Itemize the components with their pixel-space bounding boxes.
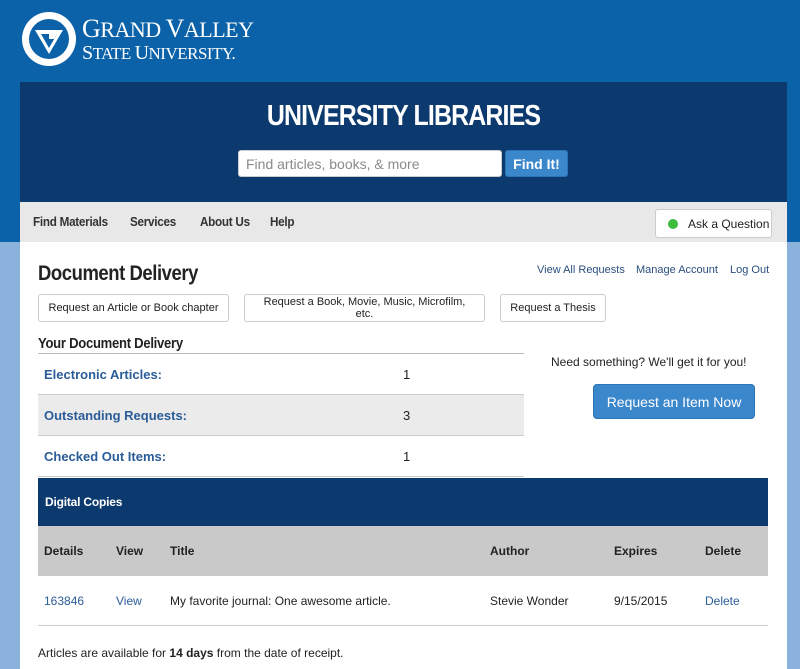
digital-copies-heading: Digital Copies	[38, 478, 768, 526]
search-input[interactable]	[238, 150, 502, 177]
main-nav: Find Materials Services About Us Help As…	[20, 202, 787, 242]
availability-days: 14 days	[169, 646, 214, 660]
details-link[interactable]: 163846	[44, 594, 84, 608]
ask-a-question-label: Ask a Question	[688, 216, 770, 231]
nav-help[interactable]: Help	[270, 214, 295, 229]
view-all-requests-link[interactable]: View All Requests	[537, 264, 625, 276]
logo-wordmark: GRAND VALLEY STATE UNIVERSITY.	[82, 13, 254, 64]
digital-copies-header-row: Details View Title Author Expires Delete	[38, 526, 768, 576]
request-article-button[interactable]: Request an Article or Book chapter	[38, 294, 229, 322]
article-author: Stevie Wonder	[490, 594, 569, 608]
table-row: 163846 View My favorite journal: One awe…	[38, 576, 768, 626]
summary-row: Checked Out Items: 1	[38, 436, 524, 477]
need-something-text: Need something? We'll get it for you!	[551, 355, 747, 369]
availability-note: Articles are available for 14 days from …	[38, 646, 344, 660]
expires-date: 9/15/2015	[614, 594, 668, 608]
main-content: Document Delivery View All Requests Mana…	[20, 242, 787, 669]
column-header-title: Title	[170, 544, 195, 558]
column-header-author: Author	[490, 544, 530, 558]
availability-note-text-end: from the date of receipt.	[213, 646, 344, 660]
nav-services[interactable]: Services	[130, 214, 176, 229]
column-header-view: View	[116, 544, 144, 558]
request-book-button[interactable]: Request a Book, Movie, Music, Microfilm,…	[244, 294, 485, 322]
availability-note-text: Articles are available for	[38, 646, 170, 660]
nav-about-us[interactable]: About Us	[200, 214, 250, 229]
article-title: My favorite journal: One awesome article…	[170, 594, 391, 608]
gvsu-logo[interactable]: GRAND VALLEY STATE UNIVERSITY.	[20, 10, 254, 68]
column-header-delete: Delete	[705, 544, 742, 558]
outstanding-requests-link[interactable]: Outstanding Requests:	[44, 408, 187, 423]
view-link[interactable]: View	[116, 594, 142, 608]
checked-out-items-count: 1	[403, 449, 411, 464]
request-thesis-button[interactable]: Request a Thesis	[500, 294, 606, 322]
ask-a-question-button[interactable]: Ask a Question	[655, 209, 772, 238]
section-title: Your Document Delivery	[38, 335, 183, 352]
site-title: UNIVERSITY LIBRARIES	[266, 100, 541, 132]
column-header-details: Details	[44, 544, 84, 558]
nav-find-materials[interactable]: Find Materials	[33, 214, 108, 229]
library-header: UNIVERSITY LIBRARIES Find It!	[20, 82, 787, 202]
electronic-articles-link[interactable]: Electronic Articles:	[44, 367, 162, 382]
find-it-button[interactable]: Find It!	[505, 150, 568, 177]
electronic-articles-count: 1	[403, 367, 411, 382]
outstanding-requests-count: 3	[403, 408, 411, 423]
gvsu-emblem-icon	[22, 12, 76, 66]
summary-table: Electronic Articles: 1 Outstanding Reque…	[38, 353, 524, 477]
online-status-icon	[668, 218, 678, 229]
column-header-expires: Expires	[614, 544, 658, 558]
checked-out-items-link[interactable]: Checked Out Items:	[44, 449, 166, 464]
summary-row: Outstanding Requests: 3	[38, 395, 524, 436]
page-title: Document Delivery	[38, 262, 198, 285]
request-item-now-button[interactable]: Request an Item Now	[593, 384, 755, 419]
summary-row: Electronic Articles: 1	[38, 354, 524, 395]
manage-account-link[interactable]: Manage Account	[636, 264, 718, 276]
delete-link[interactable]: Delete	[705, 594, 740, 608]
log-out-link[interactable]: Log Out	[730, 264, 769, 276]
